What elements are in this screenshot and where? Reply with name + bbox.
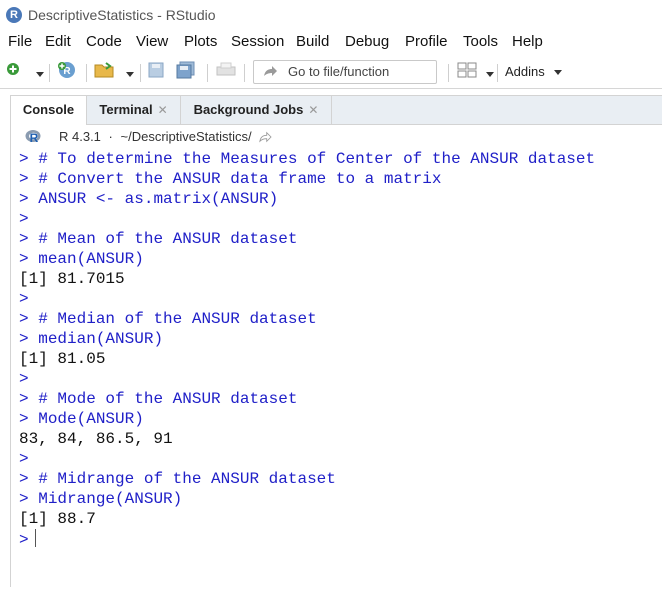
arrow-right-icon [262, 64, 278, 83]
console-prompt: > [19, 390, 29, 408]
go-to-file-placeholder: Go to file/function [288, 64, 390, 79]
console-prompt: > [19, 531, 29, 549]
console-line: > [19, 209, 662, 229]
console-input-line[interactable]: > [19, 529, 662, 549]
go-to-directory-icon[interactable] [258, 131, 272, 143]
console-prompt: > [19, 490, 29, 508]
window-title: DescriptiveStatistics - RStudio [28, 7, 216, 23]
console-prompt: > [19, 210, 29, 228]
menu-debug[interactable]: Debug [345, 33, 389, 50]
console-input-text: median(ANSUR) [38, 330, 164, 348]
tab-terminal[interactable]: Terminal ✕ [87, 96, 181, 124]
tab-console-label: Console [22, 102, 75, 117]
console-input-text: # Midrange of the ANSUR dataset [38, 470, 336, 488]
menu-plots[interactable]: Plots [184, 33, 217, 50]
tab-background-jobs[interactable]: Background Jobs ✕ [181, 96, 332, 124]
console-prompt: > [19, 310, 29, 328]
console-output[interactable]: > # To determine the Measures of Center … [19, 149, 662, 589]
print-icon[interactable] [216, 62, 236, 83]
console-input-text: Mode(ANSUR) [38, 410, 144, 428]
tab-background-jobs-label: Background Jobs [193, 102, 304, 117]
console-output-line: [1] 81.05 [19, 350, 106, 368]
menu-code[interactable]: Code [86, 33, 122, 50]
open-folder-icon[interactable] [94, 61, 116, 84]
console-prompt: > [19, 150, 29, 168]
console-line: > # To determine the Measures of Center … [19, 149, 662, 169]
console-prompt: > [19, 370, 29, 388]
console-line: > ANSUR <- as.matrix(ANSUR) [19, 189, 662, 209]
tab-console[interactable]: Console [11, 96, 87, 125]
r-version: R 4.3.1 [59, 129, 101, 144]
menu-view[interactable]: View [136, 33, 168, 50]
console-prompt: > [19, 330, 29, 348]
console-prompt: > [19, 230, 29, 248]
console-line: > # Midrange of the ANSUR dataset [19, 469, 662, 489]
rstudio-logo-icon: R [6, 7, 22, 23]
console-output-line: [1] 81.7015 [19, 270, 125, 288]
close-icon[interactable]: ✕ [158, 103, 168, 117]
menu-edit[interactable]: Edit [45, 33, 71, 50]
console-input-text: # Median of the ANSUR dataset [38, 310, 317, 328]
console-line: > [19, 369, 662, 389]
new-project-icon[interactable]: R [57, 60, 81, 85]
menu-help[interactable]: Help [512, 33, 543, 50]
title-bar: R DescriptiveStatistics - RStudio [0, 0, 662, 30]
pane-layout-icon[interactable] [457, 62, 477, 83]
go-to-file-input[interactable]: Go to file/function [253, 60, 437, 84]
console-input-text: # Convert the ANSUR data frame to a matr… [38, 170, 442, 188]
console-prompt: > [19, 450, 29, 468]
console-input-text: ANSUR <- as.matrix(ANSUR) [38, 190, 279, 208]
r-logo-icon: R [25, 129, 41, 145]
menu-file[interactable]: File [8, 33, 32, 50]
console-output-line: 83, 84, 86.5, 91 [19, 430, 173, 448]
console-prompt: > [19, 470, 29, 488]
console-line: > [19, 289, 662, 309]
menu-build[interactable]: Build [296, 33, 329, 50]
console-prompt: > [19, 290, 29, 308]
addins-button[interactable]: Addins [505, 64, 563, 79]
save-all-icon[interactable] [176, 61, 196, 84]
addins-label: Addins [505, 64, 545, 79]
console-prompt: > [19, 170, 29, 188]
chevron-down-icon[interactable] [36, 65, 44, 83]
console-output-line: [1] 88.7 [19, 510, 96, 528]
pane-tab-bar: Console Terminal ✕ Background Jobs ✕ [11, 96, 662, 125]
console-input-text: mean(ANSUR) [38, 250, 144, 268]
console-input-text: # Mean of the ANSUR dataset [38, 230, 298, 248]
console-path-bar: R R 4.3.1 · ~/DescriptiveStatistics/ [11, 125, 662, 149]
console-input-text: # Mode of the ANSUR dataset [38, 390, 298, 408]
chevron-down-icon[interactable] [486, 65, 494, 83]
console-line: > # Median of the ANSUR dataset [19, 309, 662, 329]
console-line: > [19, 449, 662, 469]
console-input-text: # To determine the Measures of Center of… [38, 150, 596, 168]
path-separator: · [108, 129, 113, 144]
save-icon[interactable] [148, 62, 164, 83]
console-prompt: > [19, 190, 29, 208]
console-prompt: > [19, 410, 29, 428]
console-line: > median(ANSUR) [19, 329, 662, 349]
tab-terminal-label: Terminal [99, 102, 153, 117]
console-path: R 4.3.1 · ~/DescriptiveStatistics/ [59, 129, 272, 144]
console-line: > mean(ANSUR) [19, 249, 662, 269]
menu-tools[interactable]: Tools [463, 33, 498, 50]
console-line: > # Mean of the ANSUR dataset [19, 229, 662, 249]
menu-profile[interactable]: Profile [405, 33, 448, 50]
console-line: > Midrange(ANSUR) [19, 489, 662, 509]
menu-session[interactable]: Session [231, 33, 284, 50]
text-cursor [34, 529, 36, 547]
working-directory[interactable]: ~/DescriptiveStatistics/ [121, 129, 252, 144]
console-line: > # Mode of the ANSUR dataset [19, 389, 662, 409]
chevron-down-icon[interactable] [126, 65, 134, 83]
console-prompt: > [19, 250, 29, 268]
console-line: > Mode(ANSUR) [19, 409, 662, 429]
console-input-text: Midrange(ANSUR) [38, 490, 183, 508]
menu-bar: File Edit Code View Plots Session Build … [0, 30, 662, 54]
console-line: > # Convert the ANSUR data frame to a ma… [19, 169, 662, 189]
svg-text:R: R [30, 131, 39, 144]
chevron-down-icon [554, 70, 563, 75]
new-file-icon[interactable] [6, 62, 20, 81]
console-pane: Console Terminal ✕ Background Jobs ✕ R R 4… [10, 95, 662, 587]
close-icon[interactable]: ✕ [308, 103, 318, 117]
